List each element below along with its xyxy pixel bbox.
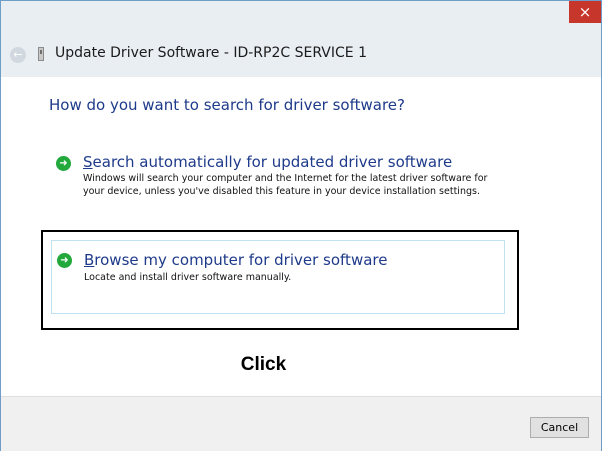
close-button[interactable]: × (569, 1, 601, 23)
click-annotation: Click (240, 354, 287, 375)
close-icon: × (578, 3, 592, 21)
option-title: Search automatically for updated driver … (83, 153, 453, 171)
green-arrow-icon: ➜ (56, 156, 71, 171)
cancel-button[interactable]: Cancel (530, 417, 589, 438)
back-button[interactable]: ← (10, 47, 26, 63)
dialog-header: ← Update Driver Software - ID-RP2C SERVI… (1, 33, 601, 77)
device-icon (38, 47, 44, 61)
window-title: Update Driver Software - ID-RP2C SERVICE… (55, 45, 367, 61)
highlight-box (41, 230, 519, 330)
back-arrow-icon: ← (13, 48, 23, 61)
option-description: Windows will search your computer and th… (83, 173, 488, 197)
page-question: How do you want to search for driver sof… (49, 96, 405, 114)
search-automatically-option[interactable]: ➜ Search automatically for updated drive… (51, 149, 505, 221)
update-driver-window: × ← Update Driver Software - ID-RP2C SER… (0, 0, 602, 451)
title-bar: × (1, 1, 601, 33)
dialog-footer: Cancel (1, 396, 601, 451)
